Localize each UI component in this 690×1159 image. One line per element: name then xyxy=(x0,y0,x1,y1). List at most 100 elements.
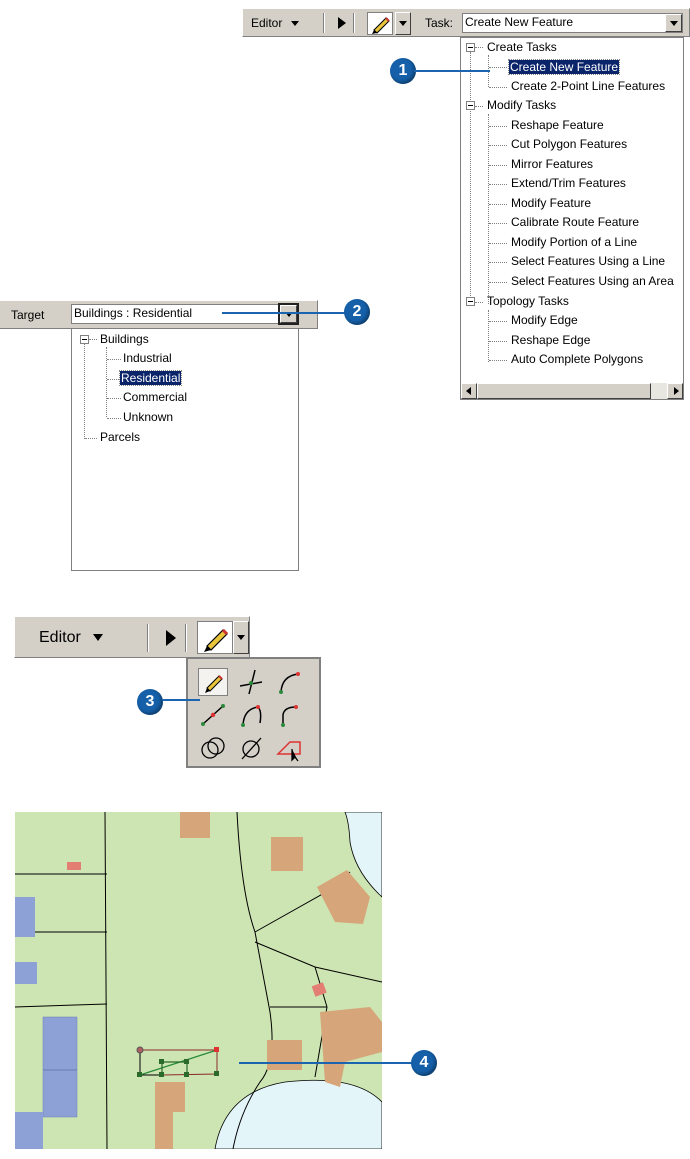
tree-item[interactable]: Reshape Edge xyxy=(511,331,590,350)
tree-connector xyxy=(489,126,507,127)
direction-distance-icon xyxy=(241,737,262,760)
tree-connector xyxy=(489,262,507,263)
sketch-tool-button[interactable] xyxy=(197,621,233,654)
tree-connector xyxy=(107,418,121,419)
horizontal-scrollbar[interactable] xyxy=(461,383,683,399)
tree-item[interactable]: Modify Portion of a Line xyxy=(511,233,637,252)
collapse-icon[interactable] xyxy=(466,101,475,110)
target-label: Target xyxy=(11,308,45,322)
task-tree-list[interactable]: Create Tasks Create New Feature Create 2… xyxy=(460,37,684,400)
tree-connector xyxy=(489,184,507,185)
scroll-thumb[interactable] xyxy=(477,383,651,399)
tree-item-create-2-point-line[interactable]: Create 2-Point Line Features xyxy=(511,77,665,96)
tangent-icon xyxy=(281,705,298,727)
tree-item-parcels[interactable]: Parcels xyxy=(100,428,140,447)
distance-distance-tool[interactable] xyxy=(198,734,228,762)
scroll-right-button[interactable] xyxy=(667,383,683,399)
collapse-icon[interactable] xyxy=(466,297,475,306)
tree-item-label: Create New Feature xyxy=(507,59,621,75)
target-dropdown-button[interactable] xyxy=(278,303,299,325)
editor-toolbar-bottom: Editor xyxy=(14,616,250,658)
intersection-icon xyxy=(239,669,263,695)
scroll-left-button[interactable] xyxy=(461,383,477,399)
tree-connector xyxy=(107,379,121,380)
tangent-tool[interactable] xyxy=(274,701,304,729)
map-canvas xyxy=(15,812,382,1149)
tree-item[interactable]: Select Features Using a Line xyxy=(511,252,665,271)
tree-item[interactable]: Select Features Using an Area xyxy=(511,272,674,291)
arc-tool[interactable] xyxy=(274,668,304,696)
tree-connector xyxy=(489,360,507,361)
editor-menu-button[interactable]: Editor xyxy=(251,14,299,32)
trace-tool[interactable] xyxy=(274,734,304,762)
arrow-pointer-icon xyxy=(338,17,346,29)
edit-tool-button[interactable] xyxy=(335,15,349,31)
tree-connector xyxy=(489,87,507,88)
task-combobox[interactable]: Create New Feature xyxy=(462,13,683,33)
sketch-tool-button[interactable] xyxy=(367,12,393,35)
tree-item[interactable]: Cut Polygon Features xyxy=(511,135,627,154)
trace-icon xyxy=(276,741,301,762)
tree-item[interactable]: Modify Feature xyxy=(511,194,591,213)
tree-group-create-tasks[interactable]: Create Tasks xyxy=(487,38,557,57)
pencil-icon xyxy=(204,628,229,652)
toolbar-separator xyxy=(323,13,325,33)
tree-connector xyxy=(107,398,121,399)
endpoint-arc-icon xyxy=(241,705,262,727)
editor-toolbar-top: Editor Task: Create New Feature xyxy=(242,8,690,37)
midpoint-icon xyxy=(201,704,225,726)
midpoint-tool[interactable] xyxy=(198,701,228,729)
editor-menu-label: Editor xyxy=(39,629,81,646)
tree-connector xyxy=(475,302,483,303)
callout-2: 2 xyxy=(344,299,370,325)
task-dropdown-button[interactable] xyxy=(665,14,682,32)
target-toolbar: Target Buildings : Residential xyxy=(0,300,318,329)
editor-menu-label: Editor xyxy=(251,16,283,30)
target-tree-list[interactable]: Buildings Industrial Residential Commerc… xyxy=(71,328,299,571)
tree-connector xyxy=(89,339,97,340)
collapse-icon[interactable] xyxy=(80,335,89,344)
tree-connector xyxy=(489,67,507,68)
pencil-icon xyxy=(372,17,390,34)
tree-group-topology-tasks[interactable]: Topology Tasks xyxy=(487,292,569,311)
tree-connector xyxy=(488,114,489,304)
edit-tool-button[interactable] xyxy=(163,627,179,649)
editor-menu-button[interactable]: Editor xyxy=(39,626,104,650)
sketch-tool-dropdown[interactable] xyxy=(395,12,411,35)
tree-item[interactable]: Reshape Feature xyxy=(511,116,604,135)
callout-4-leader xyxy=(239,1062,413,1064)
callout-1: 1 xyxy=(390,58,416,84)
tree-connector xyxy=(85,438,97,439)
tree-connector xyxy=(470,52,471,306)
endpoint-arc-tool[interactable] xyxy=(236,701,266,729)
tree-item-commercial[interactable]: Commercial xyxy=(123,388,187,407)
sketch-tool-option[interactable] xyxy=(198,668,228,696)
tree-item[interactable]: Calibrate Route Feature xyxy=(511,213,639,232)
callout-3: 3 xyxy=(137,689,163,715)
callout-2-leader xyxy=(222,312,346,314)
sketch-tool-dropdown[interactable] xyxy=(233,621,249,654)
task-label: Task: xyxy=(425,16,454,30)
tree-group-modify-tasks[interactable]: Modify Tasks xyxy=(487,96,556,115)
tree-item[interactable]: Auto Complete Polygons xyxy=(511,350,643,369)
tree-group-buildings[interactable]: Buildings xyxy=(100,330,149,349)
intersection-tool[interactable] xyxy=(236,668,266,696)
target-combobox[interactable]: Buildings : Residential xyxy=(71,304,299,324)
arc-icon xyxy=(279,672,300,694)
tree-connector xyxy=(489,282,507,283)
direction-distance-tool[interactable] xyxy=(236,734,266,762)
pencil-icon xyxy=(205,675,223,693)
tree-item[interactable]: Extend/Trim Features xyxy=(511,174,626,193)
tree-item-create-new-feature[interactable]: Create New Feature xyxy=(507,58,621,77)
tree-item-unknown[interactable]: Unknown xyxy=(123,408,173,427)
map-view[interactable] xyxy=(15,812,382,1149)
collapse-icon[interactable] xyxy=(466,43,475,52)
tree-item-industrial[interactable]: Industrial xyxy=(123,349,172,368)
chevron-down-icon xyxy=(93,634,104,642)
tree-connector xyxy=(489,321,507,322)
tree-item-label: Residential xyxy=(118,370,183,386)
tree-item-residential[interactable]: Residential xyxy=(118,369,183,388)
tree-item[interactable]: Modify Edge xyxy=(511,311,578,330)
tree-item[interactable]: Mirror Features xyxy=(511,155,593,174)
tree-connector xyxy=(107,359,121,360)
